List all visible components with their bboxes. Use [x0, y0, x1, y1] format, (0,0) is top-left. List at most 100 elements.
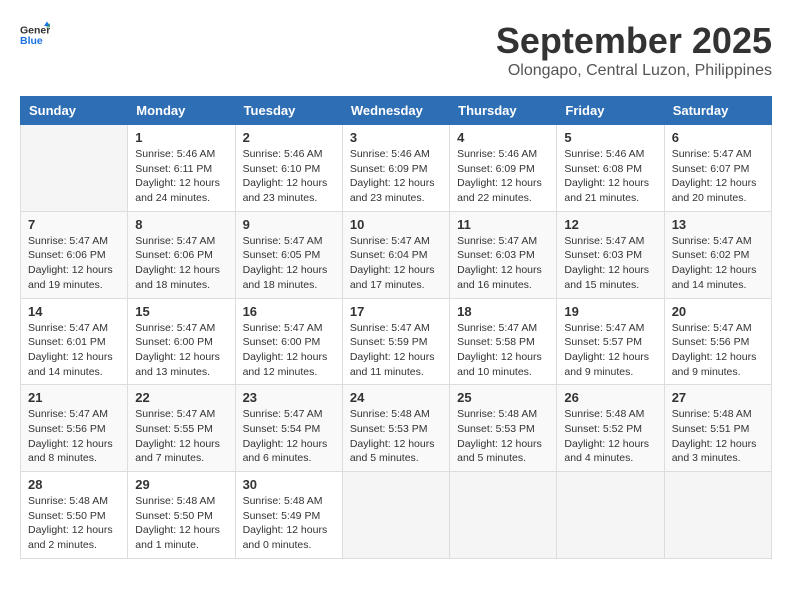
column-header-saturday: Saturday	[664, 97, 771, 125]
logo-icon: General Blue	[20, 20, 50, 50]
day-info: Sunrise: 5:47 AMSunset: 5:56 PMDaylight:…	[28, 407, 120, 466]
calendar-cell	[21, 125, 128, 212]
week-row-2: 7 Sunrise: 5:47 AMSunset: 6:06 PMDaylight…	[21, 211, 772, 298]
calendar-cell	[664, 472, 771, 559]
calendar-cell: 17Sunrise: 5:47 AMSunset: 5:59 PMDayligh…	[342, 298, 449, 385]
calendar-cell: 19 Sunrise: 5:47 AMSunset: 5:57 PMDayligh…	[557, 298, 664, 385]
day-number: 3	[350, 130, 442, 145]
day-number: 13	[672, 217, 764, 232]
day-number: 14	[28, 304, 120, 319]
calendar-table: SundayMondayTuesdayWednesdayThursdayFrid…	[20, 96, 772, 559]
month-title: September 2025	[496, 20, 772, 62]
column-header-thursday: Thursday	[450, 97, 557, 125]
column-header-wednesday: Wednesday	[342, 97, 449, 125]
column-header-monday: Monday	[128, 97, 235, 125]
calendar-cell: 28Sunrise: 5:48 AMSunset: 5:50 PMDayligh…	[21, 472, 128, 559]
day-info: Sunrise: 5:47 AMSunset: 6:00 PMDaylight:…	[135, 321, 227, 380]
location-title: Olongapo, Central Luzon, Philippines	[496, 62, 772, 80]
calendar-cell: 29 Sunrise: 5:48 AMSunset: 5:50 PMDayligh…	[128, 472, 235, 559]
day-info: Sunrise: 5:47 AMSunset: 5:55 PMDaylight:…	[135, 407, 227, 466]
day-info: Sunrise: 5:46 AMSunset: 6:10 PMDaylight:…	[243, 147, 335, 206]
logo: General Blue	[20, 20, 50, 50]
day-number: 1	[135, 130, 227, 145]
calendar-cell: 22Sunrise: 5:47 AMSunset: 5:55 PMDayligh…	[128, 385, 235, 472]
day-number: 21	[28, 390, 120, 405]
calendar-cell: 20Sunrise: 5:47 AMSunset: 5:56 PMDayligh…	[664, 298, 771, 385]
day-info: Sunrise: 5:47 AMSunset: 6:01 PMDaylight:…	[28, 321, 120, 380]
day-info: Sunrise: 5:47 AMSunset: 6:00 PMDaylight:…	[243, 321, 335, 380]
day-info: Sunrise: 5:48 AMSunset: 5:53 PMDaylight:…	[457, 407, 549, 466]
day-info: Sunrise: 5:47 AMSunset: 6:03 PMDaylight:…	[457, 234, 549, 293]
day-info: Sunrise: 5:48 AMSunset: 5:52 PMDaylight:…	[564, 407, 656, 466]
title-area: September 2025 Olongapo, Central Luzon, …	[496, 20, 772, 80]
day-info: Sunrise: 5:47 AMSunset: 5:54 PMDaylight:…	[243, 407, 335, 466]
column-header-tuesday: Tuesday	[235, 97, 342, 125]
calendar-cell: 18 Sunrise: 5:47 AMSunset: 5:58 PMDayligh…	[450, 298, 557, 385]
day-number: 12	[564, 217, 656, 232]
day-number: 26	[564, 390, 656, 405]
page-header: General Blue September 2025 Olongapo, Ce…	[20, 20, 772, 80]
day-info: Sunrise: 5:47 AMSunset: 6:04 PMDaylight:…	[350, 234, 442, 293]
day-info: Sunrise: 5:48 AMSunset: 5:50 PMDaylight:…	[135, 494, 227, 553]
calendar-cell	[342, 472, 449, 559]
day-number: 17	[350, 304, 442, 319]
day-info: Sunrise: 5:47 AMSunset: 6:06 PMDaylight:…	[135, 234, 227, 293]
calendar-cell: 15 Sunrise: 5:47 AMSunset: 6:00 PMDayligh…	[128, 298, 235, 385]
calendar-cell: 2 Sunrise: 5:46 AMSunset: 6:10 PMDaylight…	[235, 125, 342, 212]
calendar-cell	[557, 472, 664, 559]
calendar-cell: 21 Sunrise: 5:47 AMSunset: 5:56 PMDayligh…	[21, 385, 128, 472]
svg-text:Blue: Blue	[20, 35, 43, 47]
calendar-cell: 25 Sunrise: 5:48 AMSunset: 5:53 PMDayligh…	[450, 385, 557, 472]
calendar-cell: 3 Sunrise: 5:46 AMSunset: 6:09 PMDaylight…	[342, 125, 449, 212]
calendar-cell: 9 Sunrise: 5:47 AMSunset: 6:05 PMDaylight…	[235, 211, 342, 298]
column-header-sunday: Sunday	[21, 97, 128, 125]
week-row-5: 28Sunrise: 5:48 AMSunset: 5:50 PMDayligh…	[21, 472, 772, 559]
day-info: Sunrise: 5:48 AMSunset: 5:53 PMDaylight:…	[350, 407, 442, 466]
day-info: Sunrise: 5:47 AMSunset: 6:07 PMDaylight:…	[672, 147, 764, 206]
day-info: Sunrise: 5:46 AMSunset: 6:08 PMDaylight:…	[564, 147, 656, 206]
day-info: Sunrise: 5:46 AMSunset: 6:09 PMDaylight:…	[350, 147, 442, 206]
day-number: 24	[350, 390, 442, 405]
day-info: Sunrise: 5:47 AMSunset: 6:05 PMDaylight:…	[243, 234, 335, 293]
calendar-cell: 4Sunrise: 5:46 AMSunset: 6:09 PMDaylight…	[450, 125, 557, 212]
day-number: 7	[28, 217, 120, 232]
day-number: 8	[135, 217, 227, 232]
calendar-cell: 10 Sunrise: 5:47 AMSunset: 6:04 PMDayligh…	[342, 211, 449, 298]
day-number: 16	[243, 304, 335, 319]
day-info: Sunrise: 5:46 AMSunset: 6:11 PMDaylight:…	[135, 147, 227, 206]
day-info: Sunrise: 5:47 AMSunset: 5:57 PMDaylight:…	[564, 321, 656, 380]
column-header-friday: Friday	[557, 97, 664, 125]
week-row-1: 1 Sunrise: 5:46 AMSunset: 6:11 PMDaylight…	[21, 125, 772, 212]
day-number: 27	[672, 390, 764, 405]
day-info: Sunrise: 5:47 AMSunset: 6:03 PMDaylight:…	[564, 234, 656, 293]
day-number: 4	[457, 130, 549, 145]
calendar-cell: 14 Sunrise: 5:47 AMSunset: 6:01 PMDayligh…	[21, 298, 128, 385]
day-number: 19	[564, 304, 656, 319]
calendar-cell: 7 Sunrise: 5:47 AMSunset: 6:06 PMDaylight…	[21, 211, 128, 298]
day-number: 15	[135, 304, 227, 319]
day-info: Sunrise: 5:47 AMSunset: 6:02 PMDaylight:…	[672, 234, 764, 293]
calendar-cell: 12 Sunrise: 5:47 AMSunset: 6:03 PMDayligh…	[557, 211, 664, 298]
day-number: 29	[135, 477, 227, 492]
week-row-4: 21 Sunrise: 5:47 AMSunset: 5:56 PMDayligh…	[21, 385, 772, 472]
day-number: 6	[672, 130, 764, 145]
day-number: 25	[457, 390, 549, 405]
day-number: 9	[243, 217, 335, 232]
calendar-cell	[450, 472, 557, 559]
day-number: 2	[243, 130, 335, 145]
calendar-cell: 23Sunrise: 5:47 AMSunset: 5:54 PMDayligh…	[235, 385, 342, 472]
calendar-cell: 24 Sunrise: 5:48 AMSunset: 5:53 PMDayligh…	[342, 385, 449, 472]
day-number: 20	[672, 304, 764, 319]
calendar-cell: 5 Sunrise: 5:46 AMSunset: 6:08 PMDaylight…	[557, 125, 664, 212]
calendar-cell: 16 Sunrise: 5:47 AMSunset: 6:00 PMDayligh…	[235, 298, 342, 385]
day-number: 18	[457, 304, 549, 319]
day-number: 10	[350, 217, 442, 232]
calendar-header-row: SundayMondayTuesdayWednesdayThursdayFrid…	[21, 97, 772, 125]
week-row-3: 14 Sunrise: 5:47 AMSunset: 6:01 PMDayligh…	[21, 298, 772, 385]
day-number: 5	[564, 130, 656, 145]
day-info: Sunrise: 5:47 AMSunset: 6:06 PMDaylight:…	[28, 234, 120, 293]
day-info: Sunrise: 5:48 AMSunset: 5:50 PMDaylight:…	[28, 494, 120, 553]
day-info: Sunrise: 5:48 AMSunset: 5:49 PMDaylight:…	[243, 494, 335, 553]
day-info: Sunrise: 5:47 AMSunset: 5:58 PMDaylight:…	[457, 321, 549, 380]
calendar-cell: 8 Sunrise: 5:47 AMSunset: 6:06 PMDaylight…	[128, 211, 235, 298]
